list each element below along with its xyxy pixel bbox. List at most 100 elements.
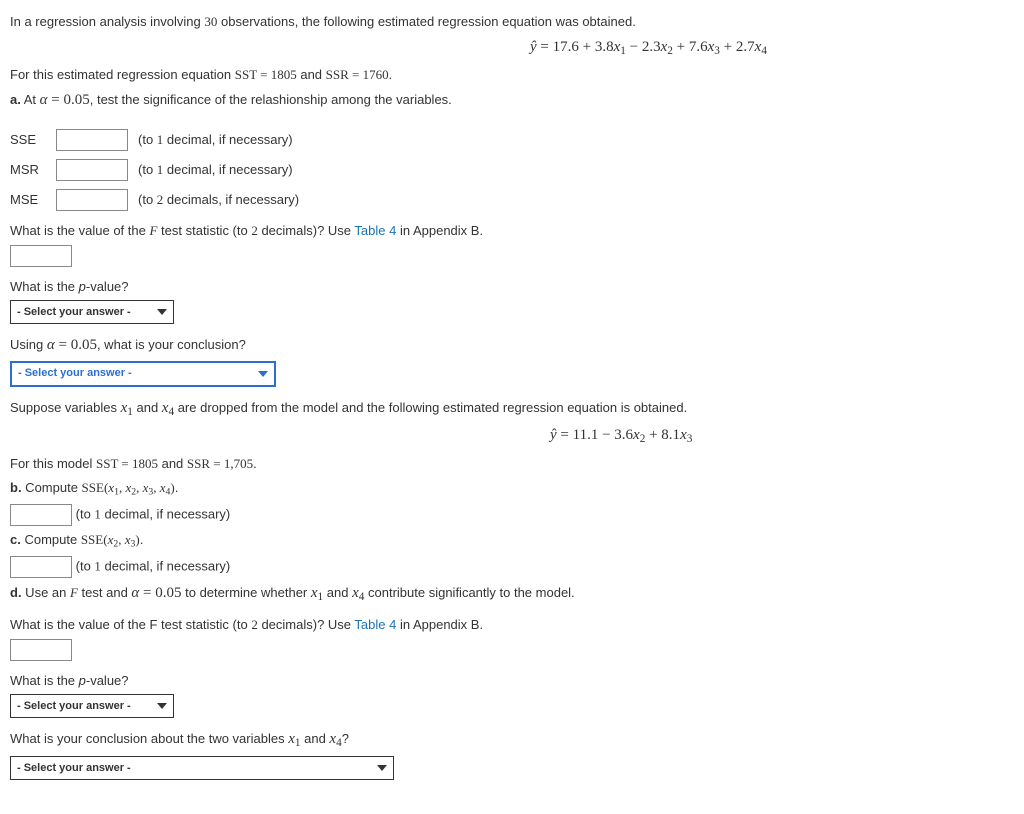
sst-value: SST = 1805 (235, 67, 297, 82)
model2-sst: SST = 1805 (96, 456, 158, 471)
pd-c: to determine whether (182, 585, 311, 600)
equation-1-row: ŷ = 17.6 + 3.8x1 − 2.3x2 + 7.6x3 + 2.7x4 (10, 36, 1014, 60)
part-c-line: c. Compute SSE(x2, x3). (10, 530, 1014, 552)
part-c-input-row: (to 1 decimal, if necessary) (10, 556, 1014, 578)
msr-row: MSR (to 1 decimal, if necessary) (10, 159, 1014, 181)
part-d-label: d. (10, 585, 22, 600)
ssr-value: SSR = 1760 (326, 67, 389, 82)
sst-end: . (389, 67, 393, 82)
sse-input[interactable] (56, 129, 128, 151)
sse-label: SSE (10, 130, 46, 150)
msr-hint: (to 1 decimal, if necessary) (138, 160, 293, 180)
x1-var: x1 (121, 400, 133, 416)
fq2-b: decimals)? Use (258, 617, 355, 632)
conclusion-select-a-text: - Select your answer - (18, 365, 132, 382)
using-a: Using (10, 337, 47, 352)
mse-label: MSE (10, 190, 46, 210)
pvalue-select-row-d: - Select your answer - (10, 694, 1014, 718)
msr-input[interactable] (56, 159, 128, 181)
sst-ssr-line: For this estimated regression equation S… (10, 65, 1014, 85)
chevron-down-icon (157, 703, 167, 709)
x4-var-d: x4 (352, 585, 364, 601)
f-stat-question-a: What is the value of the F test statisti… (10, 221, 1014, 241)
pvalue-select-d-text: - Select your answer - (17, 698, 131, 715)
model2-ssr: SSR = 1,705 (187, 456, 253, 471)
f-letter-2: F (70, 585, 78, 600)
pv-b: -value? (86, 279, 129, 294)
p-letter-2: p (79, 673, 86, 688)
sse-23-expr: SSE(x2, x3) (81, 532, 140, 547)
regression-equation-2: ŷ = 11.1 − 3.6x2 + 8.1x3 (550, 427, 692, 443)
and-4: and (301, 731, 330, 746)
intro-line: In a regression analysis involving 30 ob… (10, 12, 1014, 32)
and-1: and (297, 67, 326, 82)
f-stat-question-d: What is the value of the F test statisti… (10, 615, 1014, 635)
pd-d: contribute significantly to the model. (364, 585, 574, 600)
pv-d-b: -value? (86, 673, 129, 688)
sup-a: Suppose variables (10, 400, 121, 415)
chevron-down-icon (258, 371, 268, 377)
msr-label: MSR (10, 160, 46, 180)
table4-link-1[interactable]: Table 4 (354, 223, 396, 238)
sup-b: are dropped from the model and the follo… (174, 400, 687, 415)
and-3: and (323, 585, 352, 600)
part-a-label: a. (10, 92, 21, 107)
mse-input[interactable] (56, 189, 128, 211)
alpha-expr-a: α = 0.05 (40, 92, 90, 108)
table4-link-2[interactable]: Table 4 (354, 617, 396, 632)
part-b-hint: (to 1 decimal, if necessary) (76, 506, 231, 521)
suppose-line: Suppose variables x1 and x4 are dropped … (10, 397, 1014, 421)
pd-a: Use an (22, 585, 70, 600)
part-b-line: b. Compute SSE(x1, x2, x3, x4). (10, 478, 1014, 500)
conc-d-b: ? (342, 731, 349, 746)
conclusion-question-d: What is your conclusion about the two va… (10, 728, 1014, 752)
period-c: . (140, 532, 144, 547)
using-b: , what is your conclusion? (97, 337, 246, 352)
alpha-expr-d: α = 0.05 (131, 585, 181, 601)
part-a-at: At (21, 92, 40, 107)
intro-text-b: observations, the following estimated re… (217, 14, 635, 29)
x4-var: x4 (162, 400, 174, 416)
pvalue-question-d: What is the p-value? (10, 671, 1014, 691)
pvalue-select-row-a: - Select your answer - (10, 300, 1014, 324)
part-a-rest: , test the significance of the relashion… (90, 92, 452, 107)
and-2: and (133, 400, 162, 415)
pvalue-select-a-text: - Select your answer - (17, 304, 131, 321)
period-b: . (175, 480, 179, 495)
chevron-down-icon (157, 309, 167, 315)
f-stat-input-a[interactable] (10, 245, 72, 267)
conclusion-select-row-d: - Select your answer - (10, 756, 1014, 780)
appendix-2: in Appendix B. (396, 617, 483, 632)
sse-full-input[interactable] (10, 504, 72, 526)
pd-b: test and (78, 585, 131, 600)
pvalue-select-d[interactable]: - Select your answer - (10, 694, 174, 718)
m2-end: . (253, 456, 257, 471)
sse-full-expr: SSE(x1, x2, x3, x4) (82, 480, 175, 495)
fq-b: test statistic (to (157, 223, 251, 238)
p-letter-1: p (79, 279, 86, 294)
part-b-label: b. (10, 480, 22, 495)
conclusion-select-d-text: - Select your answer - (17, 760, 131, 777)
conclusion-select-d[interactable]: - Select your answer - (10, 756, 394, 780)
sse-23-input[interactable] (10, 556, 72, 578)
equation-2-row: ŷ = 11.1 − 3.6x2 + 8.1x3 (10, 424, 1014, 448)
sse-row: SSE (to 1 decimal, if necessary) (10, 129, 1014, 151)
m2-a: For this model (10, 456, 96, 471)
alpha-expr-b: α = 0.05 (47, 337, 97, 353)
conclusion-select-a[interactable]: - Select your answer - (10, 361, 276, 387)
x1-var-d: x1 (311, 585, 323, 601)
conc-d-a: What is your conclusion about the two va… (10, 731, 288, 746)
part-a-line: a. At α = 0.05, test the significance of… (10, 89, 1014, 112)
conclusion-question-a: Using α = 0.05, what is your conclusion? (10, 334, 1014, 357)
intro-text-a: In a regression analysis involving (10, 14, 204, 29)
part-c-hint: (to 1 decimal, if necessary) (76, 558, 231, 573)
pv-a: What is the (10, 279, 79, 294)
f-stat-input-d[interactable] (10, 639, 72, 661)
observation-count: 30 (204, 14, 217, 29)
part-c-compute: Compute (21, 532, 81, 547)
pvalue-select-a[interactable]: - Select your answer - (10, 300, 174, 324)
pv-d-a: What is the (10, 673, 79, 688)
mse-row: MSE (to 2 decimals, if necessary) (10, 189, 1014, 211)
x1-var-conc: x1 (288, 731, 300, 747)
fq-a: What is the value of the (10, 223, 149, 238)
